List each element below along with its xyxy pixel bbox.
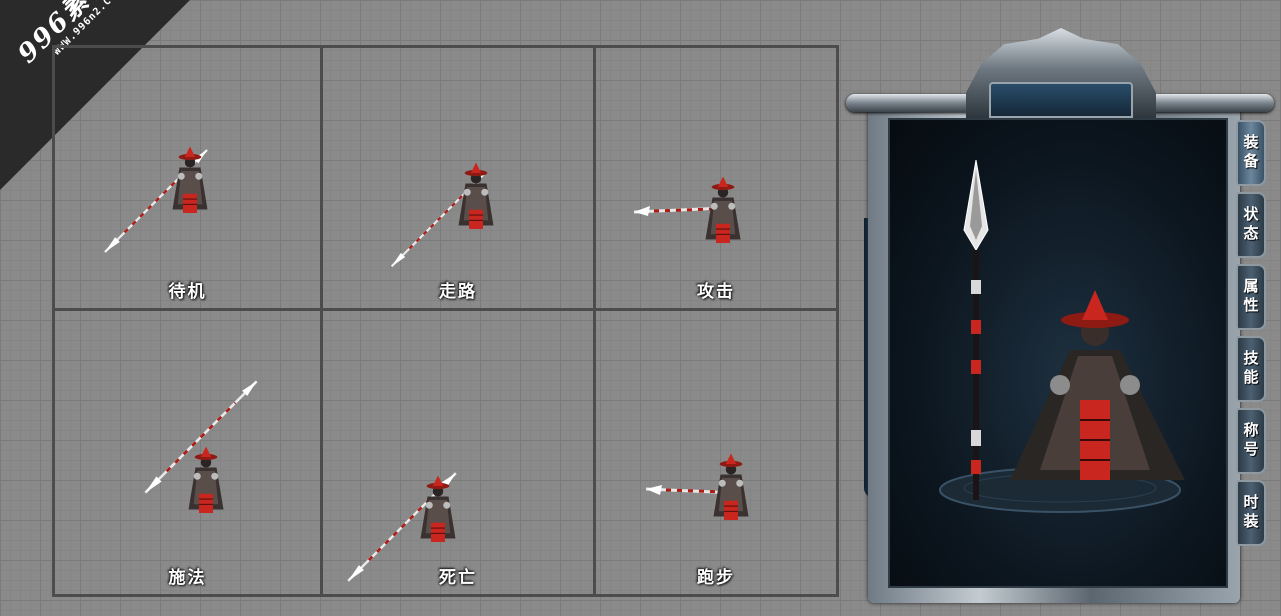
animation-cell-cast: 施法: [52, 308, 323, 597]
attack-character-sprite: [688, 170, 758, 260]
tab-equipment[interactable]: 装备: [1236, 120, 1266, 186]
panel-side-tabs: 装备 状态 属性 技能 称号 时装: [1236, 120, 1266, 552]
preview-character-sprite: [1010, 290, 1185, 480]
tab-skills[interactable]: 技能: [1236, 336, 1266, 402]
animation-cell-idle: 待机: [52, 45, 323, 311]
preview-spear-icon: [963, 160, 989, 500]
tab-title[interactable]: 称号: [1236, 408, 1266, 474]
animation-label: 死亡: [439, 568, 477, 588]
character-preview: [888, 118, 1228, 588]
panel-crest-window: [989, 82, 1133, 118]
tab-fashion[interactable]: 时装: [1236, 480, 1266, 546]
tab-status[interactable]: 状态: [1236, 192, 1266, 258]
animation-label: 待机: [168, 282, 207, 302]
animation-label: 走路: [439, 282, 477, 302]
death-character-sprite: [403, 469, 473, 559]
animation-cell-death: 死亡: [320, 308, 596, 597]
animation-label: 施法: [168, 568, 207, 588]
run-character-sprite: [696, 447, 766, 537]
animation-label: 跑步: [697, 568, 735, 588]
animation-cell-attack: 攻击: [593, 45, 839, 311]
animation-label: 攻击: [697, 282, 735, 302]
walk-character-sprite: [441, 156, 511, 246]
idle-character-sprite: [155, 140, 225, 230]
character-panel: 装备 状态 属性 技能 称号 时装: [846, 28, 1274, 606]
tab-attributes[interactable]: 属性: [1236, 264, 1266, 330]
animation-cell-run: 跑步: [593, 308, 839, 597]
cast-character-sprite: [171, 437, 241, 533]
animation-cell-walk: 走路: [320, 45, 596, 311]
